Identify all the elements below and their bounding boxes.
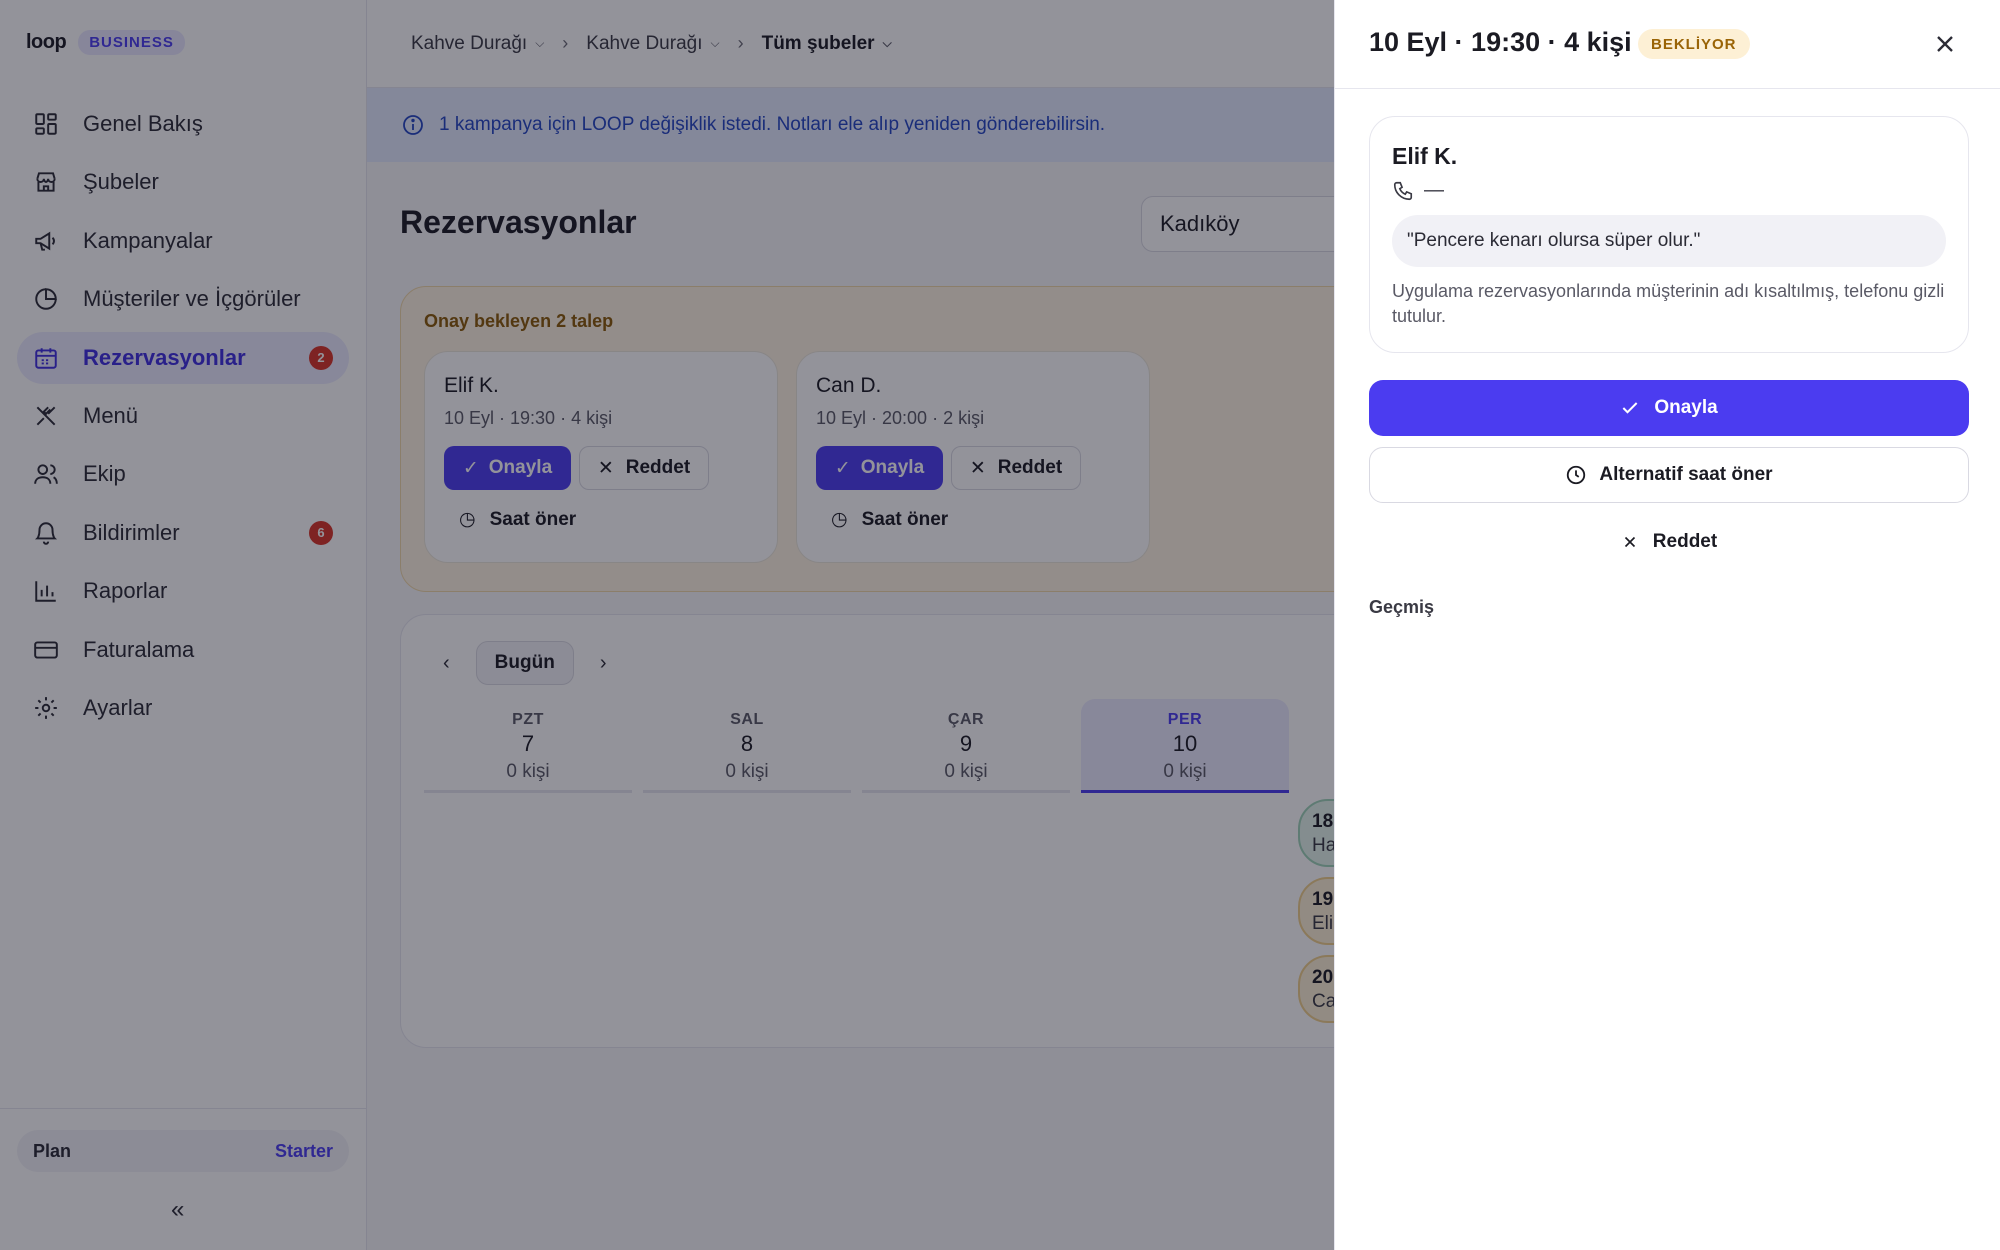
clock-icon	[1567, 465, 1586, 485]
close-drawer-button[interactable]	[1931, 30, 1959, 58]
check-icon	[1622, 402, 1638, 414]
guest-note: "Pencere kenarı olursa süper olur."	[1392, 215, 1946, 267]
reject-button[interactable]: Reddet	[1369, 520, 1969, 564]
approve-label: Onayla	[1654, 397, 1718, 418]
reservation-detail-drawer: 10 Eyl · 19:30 · 4 kişi BEKLİYOR Elif K.…	[1334, 0, 2000, 1250]
close-icon	[1624, 536, 1635, 548]
drawer-header: 10 Eyl · 19:30 · 4 kişi BEKLİYOR	[1335, 0, 2000, 89]
guest-phone: —	[1392, 179, 1444, 202]
guest-name: Elif K.	[1392, 143, 1458, 169]
history-section-title: Geçmiş	[1369, 597, 1435, 617]
reject-label: Reddet	[1652, 531, 1718, 552]
guest-phone-value: —	[1424, 179, 1444, 201]
approve-button[interactable]: Onayla	[1369, 380, 1969, 436]
privacy-info: Uygulama rezervasyonlarında müşterinin a…	[1392, 281, 1945, 326]
phone-icon	[1393, 181, 1413, 200]
guest-card: Elif K. — "Pencere kenarı olursa süper o…	[1369, 116, 1969, 353]
drawer-title: 10 Eyl · 19:30 · 4 kişi	[1369, 27, 1632, 57]
suggest-alternative-time-button[interactable]: Alternatif saat öner	[1369, 447, 1969, 503]
status-badge: BEKLİYOR	[1638, 29, 1750, 59]
alternative-label: Alternatif saat öner	[1599, 464, 1773, 485]
